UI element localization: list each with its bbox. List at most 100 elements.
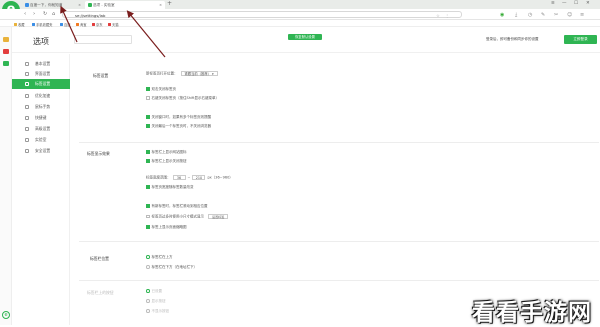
tab-width-min-input[interactable]: 36 xyxy=(172,175,186,180)
speed-icon xyxy=(25,94,29,98)
option-row[interactable]: 标签栏上显示关闭按钮 xyxy=(146,159,187,164)
reload-icon[interactable]: ↻ xyxy=(43,11,47,17)
option-row[interactable]: 标签栏上显示网站图标 xyxy=(146,150,187,155)
option-label: 显示按钮 xyxy=(151,299,166,303)
tab-settings[interactable]: 选项 - 实验室 × xyxy=(85,1,165,9)
checkbox[interactable] xyxy=(146,225,150,229)
checkbox[interactable] xyxy=(146,124,150,128)
option-row[interactable]: 标签页过多时使用小尺寸模式显示 设置标签 xyxy=(146,214,229,219)
option-label: 不显示按钮 xyxy=(151,309,170,313)
checkbox[interactable] xyxy=(146,214,150,218)
tab-width-label: 标签宽度范围： xyxy=(146,175,171,180)
sidebar-item-basic[interactable]: 基本设置 xyxy=(12,59,70,69)
history-icon[interactable]: ◷ xyxy=(528,12,532,18)
checkbox[interactable] xyxy=(146,96,150,100)
sidebar-item-optimize[interactable]: 优化加速 xyxy=(12,91,70,101)
option-row[interactable]: 标签栏在上方 xyxy=(146,255,173,260)
user-icon[interactable]: ☺ xyxy=(567,12,572,18)
radio[interactable] xyxy=(146,309,150,313)
checkbox[interactable] xyxy=(146,185,150,189)
toolbar: ‹ › ↻ ⌂ se://settings/lab ☆ ⋮ ◉ ⤓ ◷ ✎ ✂ … xyxy=(0,9,600,20)
bookmark-item[interactable]: 京东 xyxy=(92,22,103,27)
radio[interactable] xyxy=(146,265,150,269)
new-tab-button[interactable]: + xyxy=(167,0,172,7)
close-tab-icon[interactable]: × xyxy=(159,3,162,7)
bookmark-label: 京东 xyxy=(96,22,103,27)
shield-icon xyxy=(25,149,29,153)
option-label: 标签栏上显示网站图标 xyxy=(151,150,187,154)
open-position-select[interactable]: 紧跟当前（推荐） ▾ xyxy=(180,71,218,76)
tab-width-row: 标签宽度范围： 36 ~210 px（36~960） xyxy=(146,175,233,180)
sync-hint: 登录后，即可备份和同步你的设置 xyxy=(486,37,539,41)
tmall-icon xyxy=(108,23,111,26)
select-value: 紧跟当前（推荐） xyxy=(184,72,211,76)
section-title: 标签栏上的按钮 xyxy=(87,290,114,295)
option-label: 已设置 xyxy=(151,289,163,293)
close-window-icon[interactable]: ✕ xyxy=(586,1,590,6)
tab-settings-button[interactable]: 设置标签 xyxy=(208,214,229,219)
option-row[interactable]: 关闭窗口时，如果有多个标签页则提醒 xyxy=(146,115,211,120)
option-label: 标签上显示页面缩略图 xyxy=(151,225,187,229)
option-row[interactable]: 关闭最后一个标签页时，不关闭浏览器 xyxy=(146,124,211,129)
jd-icon xyxy=(92,23,95,26)
sidebar-item-interface[interactable]: 界面设置 xyxy=(12,69,70,79)
extension-icon[interactable]: ◉ xyxy=(500,12,504,18)
option-row[interactable]: 标签栏在下方（在地址栏下） xyxy=(146,265,197,270)
restore-defaults-button[interactable]: 恢复默认设置 xyxy=(288,34,322,40)
checkbox[interactable] xyxy=(146,115,150,119)
option-row[interactable]: 显示按钮 xyxy=(146,299,166,304)
sidebar-item-security[interactable]: 安全设置 xyxy=(12,146,70,156)
option-row[interactable]: 标签页宽度随标签数量改变 xyxy=(146,185,194,190)
tab-width-max-input[interactable]: 210 xyxy=(192,175,206,180)
settings-icon xyxy=(25,62,29,66)
option-row[interactable]: 不显示按钮 xyxy=(146,309,169,314)
maximize-icon[interactable]: ☐ xyxy=(574,1,578,6)
checkbox[interactable] xyxy=(146,87,150,91)
sidebar-item-gestures[interactable]: 鼠标手势 xyxy=(12,102,70,112)
address-bar[interactable]: se://settings/lab ☆ ⋮ xyxy=(62,11,462,18)
bookmark-item[interactable]: 天猫 xyxy=(108,22,119,27)
more-menu-icon[interactable]: ≡ xyxy=(580,12,584,18)
radio[interactable] xyxy=(146,255,150,259)
video-icon[interactable] xyxy=(3,49,9,54)
close-tab-icon[interactable]: × xyxy=(78,3,81,7)
page-title: 选项 xyxy=(33,37,49,46)
radio[interactable] xyxy=(146,299,150,303)
tools-icon[interactable]: ✎ xyxy=(541,12,545,18)
checkbox[interactable] xyxy=(146,159,150,163)
home-icon[interactable]: ⌂ xyxy=(52,11,55,17)
login-button[interactable]: 立即登录 xyxy=(564,35,597,44)
search-input[interactable] xyxy=(74,35,132,44)
bookmark-star-icon[interactable]: ☆ ⋮ xyxy=(436,13,451,18)
favorites-icon[interactable] xyxy=(3,37,9,42)
option-row[interactable]: 已设置 xyxy=(146,289,162,294)
bookmark-item[interactable]: 淘宝 xyxy=(76,22,87,27)
bookmark-item[interactable]: 手机收藏夹 xyxy=(32,22,52,27)
notes-icon[interactable] xyxy=(3,61,9,66)
sidebar-item-tabs[interactable]: 标签设置 xyxy=(12,79,70,89)
back-icon[interactable]: ‹ xyxy=(24,11,26,17)
sidebar-item-shortcuts[interactable]: 快捷键 xyxy=(12,113,70,123)
checkbox[interactable] xyxy=(146,204,150,208)
option-row[interactable]: 有新标签时，标签栏滚动到相应位置 xyxy=(146,204,208,209)
keyboard-icon xyxy=(25,116,29,120)
checkbox[interactable] xyxy=(146,150,150,154)
tab-baidu[interactable]: 百度一下，你就知道 × xyxy=(22,1,84,9)
sidebar-item-advanced[interactable]: 高级设置 xyxy=(12,124,70,134)
tab-label: 选项 - 实验室 xyxy=(93,3,115,7)
bookmark-item[interactable]: 收藏 xyxy=(14,22,25,27)
tab-favicon-icon xyxy=(25,3,29,7)
option-label: 标签栏在上方 xyxy=(151,255,173,259)
menu-icon[interactable]: ≡ xyxy=(551,1,555,6)
forward-icon[interactable]: › xyxy=(33,11,35,17)
option-row[interactable]: 右键关闭标签页（按住Shift显示右键菜单） xyxy=(146,96,219,101)
browser-status-icon[interactable]: e xyxy=(2,311,10,319)
option-row[interactable]: 标签上显示页面缩略图 xyxy=(146,225,187,230)
minimize-icon[interactable]: — xyxy=(562,1,567,6)
option-row[interactable]: 双击关闭标签页 xyxy=(146,87,176,92)
download-icon[interactable]: ⤓ xyxy=(515,12,517,18)
radio[interactable] xyxy=(146,289,150,293)
bookmark-item[interactable]: 百度 xyxy=(60,22,71,27)
sidebar-item-lab[interactable]: 实验室 xyxy=(12,135,70,145)
screenshot-icon[interactable]: ✂ xyxy=(554,12,558,18)
